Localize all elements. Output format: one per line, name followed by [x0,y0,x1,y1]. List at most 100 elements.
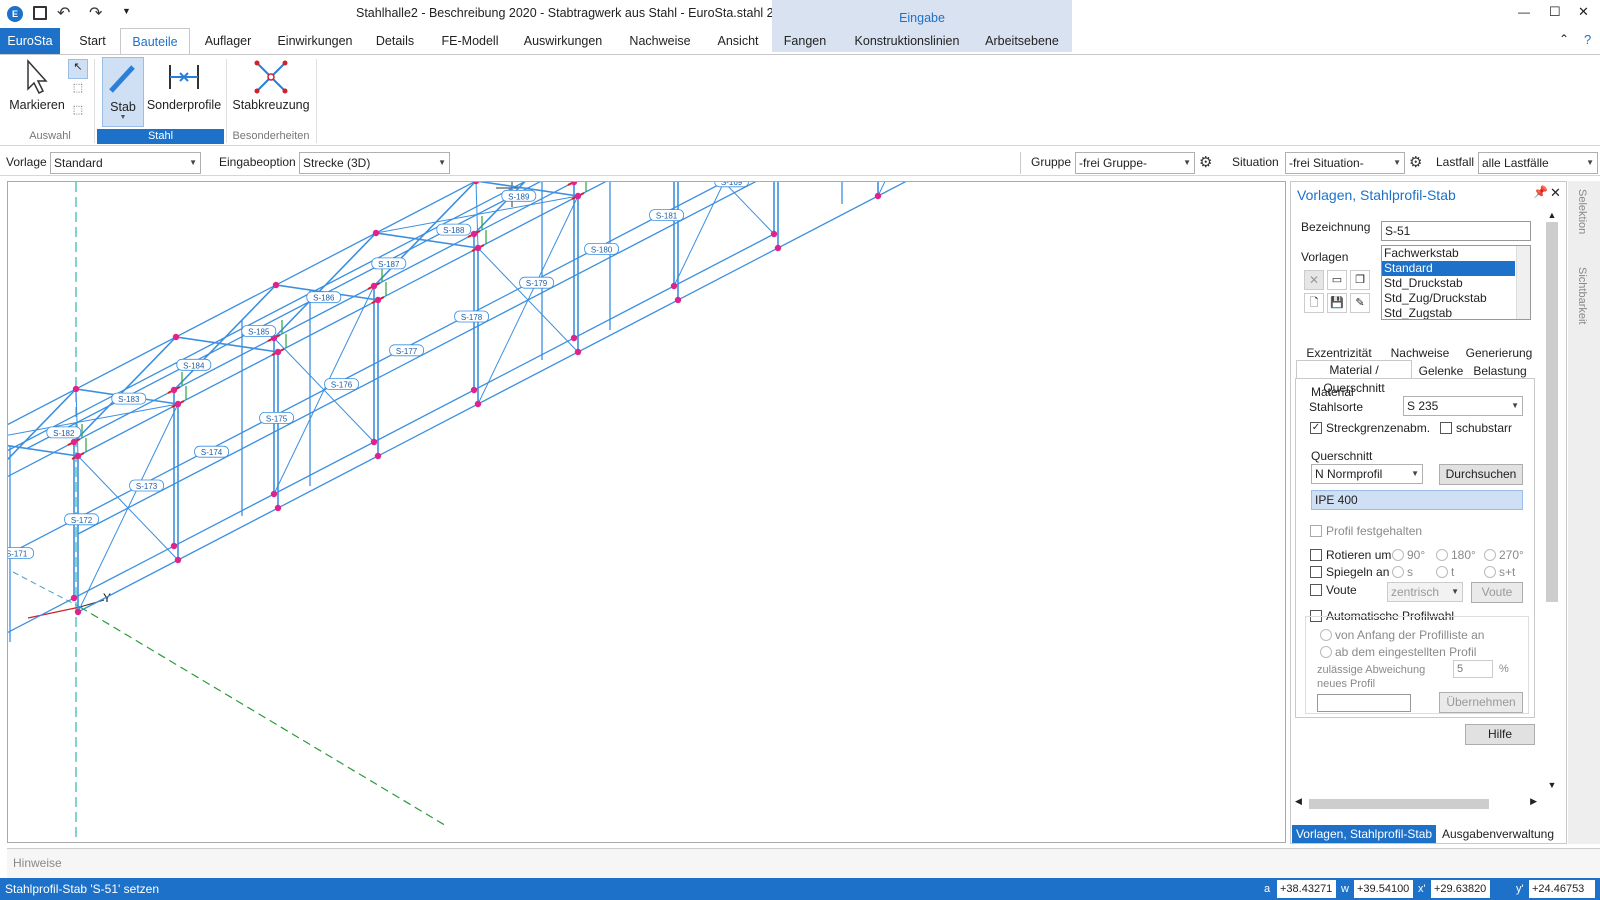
hilfe-button[interactable]: Hilfe [1465,724,1535,745]
rotieren-90-radio[interactable] [1392,549,1404,561]
von-anfang-radio[interactable] [1320,629,1332,641]
model-viewport[interactable]: Y S-182 S-183 S-184 S-185 S-186 S-187 S-188 S-18… [7,181,1286,843]
voute-checkbox[interactable] [1310,584,1322,596]
list-item-selected[interactable]: Standard [1382,261,1515,276]
tab-nachweise[interactable]: Nachweise [625,28,695,54]
select-cross-icon[interactable]: ⬚ [68,103,88,123]
bezeichnung-input[interactable]: S-51 [1381,221,1531,241]
tab-start[interactable]: Start [70,28,115,54]
rotieren-checkbox[interactable] [1310,549,1322,561]
lastfall-select[interactable]: alle Lastfälle ▼ [1478,152,1598,174]
tab-fangen[interactable]: Fangen [780,28,830,54]
rotieren-label: Rotieren um [1326,548,1392,562]
spiegeln-checkbox[interactable] [1310,566,1322,578]
panel-scrollbar-vertical[interactable]: ▲ ▼ [1543,210,1561,790]
vorlagen-rename-icon[interactable]: ▭ [1327,270,1347,290]
spiegeln-t-radio[interactable] [1436,566,1448,578]
stabkreuzung-button[interactable]: Stabkreuzung [232,57,310,115]
spiegeln-s-radio[interactable] [1392,566,1404,578]
zul-abweichung-input[interactable]: 5 [1453,660,1493,678]
scroll-thumb-h[interactable] [1309,799,1489,809]
tab-fe-modell[interactable]: FE-Modell [435,28,505,54]
quick-access-dropdown-icon[interactable]: ▼ [122,6,131,16]
vorlage-label: Vorlage [6,155,47,169]
uebernehmen-button[interactable]: Übernehmen [1439,692,1523,713]
normprofil-select[interactable]: N Normprofil ▼ [1311,464,1423,484]
profil-festgehalten-checkbox[interactable] [1310,525,1322,537]
vorlagen-delete-icon[interactable]: ✕ [1304,270,1324,290]
list-item[interactable]: Std_Zugstab [1382,306,1530,319]
side-tab-sichtbarkeit[interactable]: Sichtbarkeit [1576,267,1588,324]
markieren-button[interactable]: Markieren [8,57,66,113]
spiegeln-st-radio[interactable] [1484,566,1496,578]
vorlagen-edit-icon[interactable]: ✎ [1350,293,1370,313]
vorlage-select[interactable]: Standard ▼ [50,152,201,174]
tab-ansicht[interactable]: Ansicht [713,28,763,54]
maximize-icon[interactable]: ☐ [1549,4,1561,20]
tab-konstruktionslinien[interactable]: Konstruktionslinien [852,28,962,54]
voute-button[interactable]: Voute [1471,582,1523,603]
tab-material-querschnitt[interactable]: Material / Querschnitt [1296,360,1412,395]
select-single-icon[interactable]: ↖ [68,59,88,79]
voute-option-select[interactable]: zentrisch ▼ [1387,582,1463,602]
panel-scrollbar-horizontal[interactable]: ◀ ▶ [1291,796,1541,812]
list-item[interactable]: Fachwerkstab [1382,246,1530,261]
collapse-ribbon-icon[interactable]: ⌃ [1559,32,1569,46]
close-window-icon[interactable]: ✕ [1578,4,1589,20]
tab-eurosta[interactable]: EuroSta [0,28,60,54]
vorlagen-save-icon[interactable]: 💾 [1327,293,1347,313]
schubstarr-checkbox[interactable] [1440,422,1452,434]
tab-details[interactable]: Details [370,28,420,54]
stab-dropdown-icon[interactable]: ▼ [103,114,143,121]
app-logo-icon[interactable]: E [7,6,23,22]
situation-select[interactable]: -frei Situation- ▼ [1285,152,1405,174]
vorlagen-copy-icon[interactable]: ❐ [1350,270,1370,290]
gruppe-value: -frei Gruppe- [1079,156,1148,170]
profil-input[interactable]: IPE 400 [1311,490,1523,510]
stahlsorte-select[interactable]: S 235 ▼ [1403,396,1523,416]
scroll-up-icon[interactable]: ▲ [1543,210,1561,220]
tab-auflager[interactable]: Auflager [198,28,258,54]
side-tab-selektion[interactable]: Selektion [1576,189,1588,234]
rotieren-180-radio[interactable] [1436,549,1448,561]
scroll-right-icon[interactable]: ▶ [1530,796,1537,807]
eingabeoption-select[interactable]: Strecke (3D) ▼ [299,152,450,174]
select-window-icon[interactable]: ⬚ [68,81,88,101]
tab-generierung[interactable]: Generierung [1459,344,1539,362]
sonderprofile-button[interactable]: Sonderprofile [146,57,222,115]
gruppe-settings-icon[interactable]: ⚙ [1199,153,1212,171]
scroll-left-icon[interactable]: ◀ [1295,796,1302,807]
stab-button[interactable]: Stab ▼ [102,57,144,127]
tab-arbeitsebene[interactable]: Arbeitsebene [982,28,1062,54]
tab-auswirkungen[interactable]: Auswirkungen [518,28,608,54]
vorlagen-new-icon[interactable]: 🗋 [1304,293,1324,313]
minimize-icon[interactable]: — [1518,5,1530,19]
structure-model[interactable]: YS-182S-183S-184S-185S-186S-187S-188S-18… [8,182,1286,843]
group-stahl-label: Stahl [97,129,224,144]
durchsuchen-button[interactable]: Durchsuchen [1439,464,1523,485]
pin-icon[interactable]: 📌 [1533,185,1548,199]
vorlagen-list[interactable]: Fachwerkstab Standard Std_Druckstab Std_… [1381,245,1531,320]
neues-profil-input[interactable] [1317,694,1411,712]
list-item[interactable]: Std_Zug/Druckstab [1382,291,1530,306]
close-panel-icon[interactable]: ✕ [1550,185,1561,201]
help-icon[interactable]: ? [1584,32,1591,47]
streckgrenze-checkbox[interactable]: ✓ [1310,422,1322,434]
panel-tab-ausgabenverwaltung[interactable]: Ausgabenverwaltung [1439,825,1557,843]
save-icon[interactable] [33,6,47,20]
panel-tab-vorlagen[interactable]: Vorlagen, Stahlprofil-Stab [1292,825,1436,843]
scroll-down-icon[interactable]: ▼ [1543,780,1561,790]
ab-dem-radio[interactable] [1320,646,1332,658]
situation-settings-icon[interactable]: ⚙ [1409,153,1422,171]
tab-bauteile[interactable]: Bauteile [120,28,190,54]
chevron-down-icon: ▼ [1393,158,1401,167]
undo-icon[interactable]: ↶ [57,3,70,23]
list-scrollbar[interactable] [1516,246,1530,319]
rotieren-270-radio[interactable] [1484,549,1496,561]
redo-icon[interactable]: ↷ [89,3,102,23]
list-item[interactable]: Std_Druckstab [1382,276,1530,291]
hinweise-label[interactable]: Hinweise [13,856,62,870]
tab-einwirkungen[interactable]: Einwirkungen [270,28,360,54]
gruppe-select[interactable]: -frei Gruppe- ▼ [1075,152,1195,174]
scroll-thumb[interactable] [1546,222,1558,602]
